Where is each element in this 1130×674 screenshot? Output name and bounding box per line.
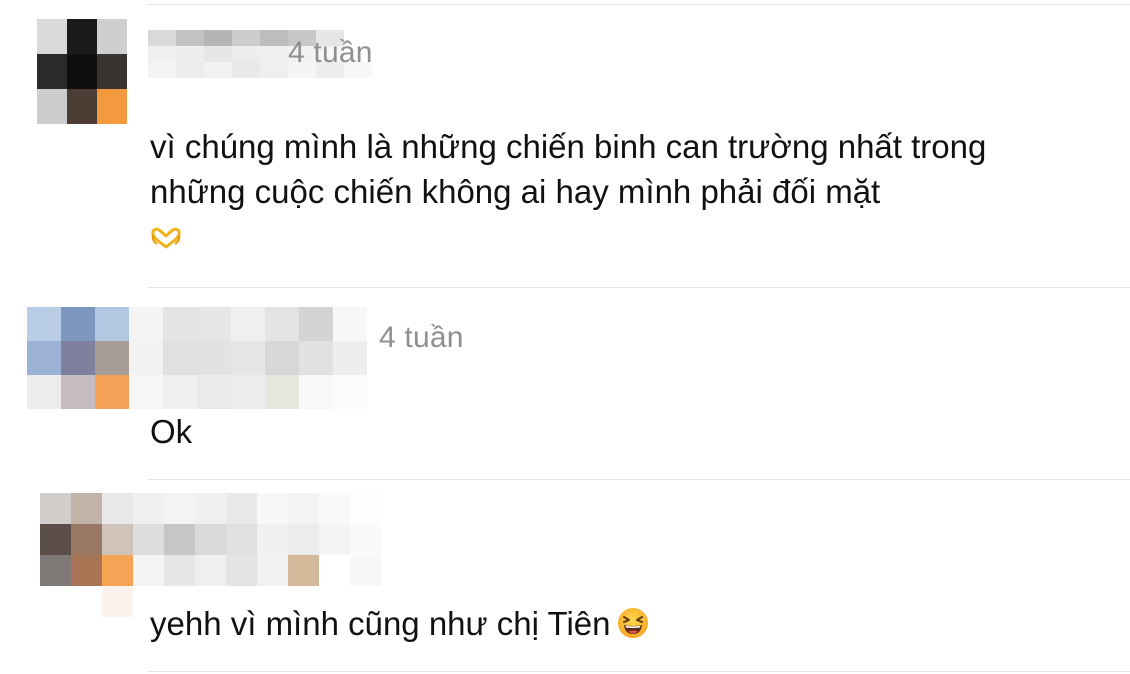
comment-text-line: Ok [150,413,193,450]
avatar-and-username-pixelated[interactable] [27,307,367,409]
avatar-pixelated[interactable] [37,19,127,124]
avatar-and-username-pixelated[interactable] [40,493,381,617]
comment-timestamp: 4 tuần [379,321,464,354]
comment-text-line: những cuộc chiến không ai hay mình phải … [150,173,881,210]
comment-item: 4 tuần vì chúng mình là những chiến binh… [0,0,1130,287]
comment-item: 4 tuần Ok [0,288,1130,479]
comment-text-line: yehh vì mình cũng như chị Tiên [150,601,649,646]
heart-hands-emoji [151,227,181,249]
bottom-divider [148,671,1130,672]
comment-text-line: vì chúng mình là những chiến binh can tr… [150,128,987,165]
comment-text: yehh vì mình cũng như chị Tiên [150,605,611,642]
grinning-squinting-face-emoji [617,608,648,638]
comment-timestamp: 4 tuần [288,36,373,69]
comment-item: yehh vì mình cũng như chị Tiên [0,480,1130,674]
